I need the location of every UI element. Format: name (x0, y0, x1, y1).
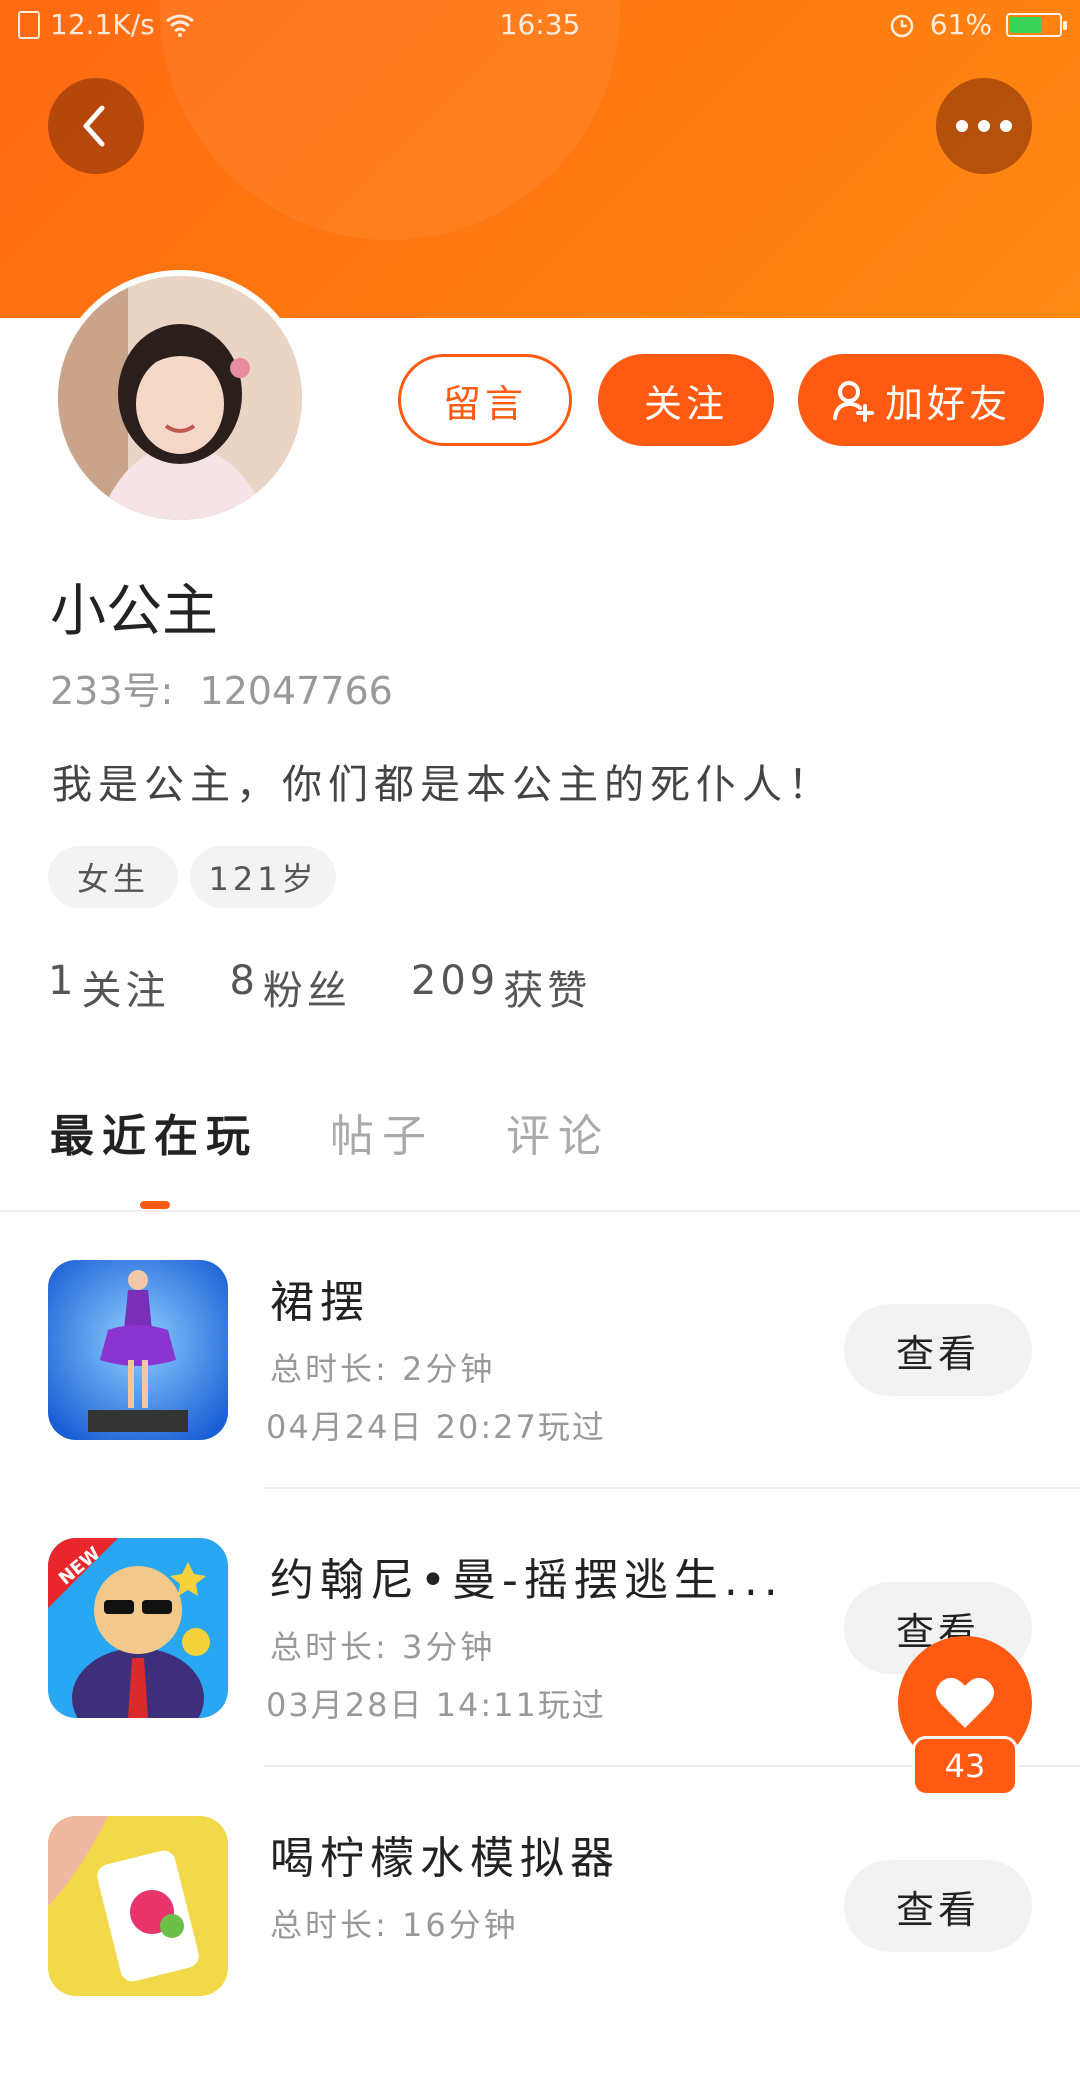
add-friend-button-label: 加好友 (884, 381, 1011, 426)
profile-id-label: 233号: (50, 669, 174, 713)
profile-name: 小公主 (50, 579, 218, 644)
view-button[interactable]: 查看 (844, 1304, 1032, 1396)
game-title: 裙摆 (270, 1277, 370, 1328)
avatar[interactable] (52, 270, 308, 526)
tab-recent-games[interactable]: 最近在玩 (50, 1100, 258, 1164)
fans-count: 8 (229, 958, 259, 1004)
content-tabs: 最近在玩 帖子 评论 (50, 1100, 610, 1164)
following-stat[interactable]: 1 关注 (48, 958, 169, 1016)
profile-id-value: 12047766 (199, 669, 393, 713)
row-divider (264, 1487, 1080, 1489)
game-duration: 总时长: 3分钟 (270, 1628, 496, 1666)
fans-stat[interactable]: 8 粉丝 (229, 958, 350, 1016)
more-button[interactable] (936, 78, 1032, 174)
more-dots-icon (956, 120, 1012, 132)
game-last-played: 03月28日 14:11玩过 (266, 1686, 606, 1724)
list-item[interactable]: 裙摆 总时长: 2分钟 04月24日 20:27玩过 查看 (0, 1260, 1080, 1538)
status-bar: 12.1K/s 16:35 61% (0, 0, 1080, 52)
game-icon-johnny: NEW (48, 1538, 228, 1718)
tab-comments[interactable]: 评论 (506, 1100, 610, 1164)
profile-bio: 我是公主，你们都是本公主的死仆人！ (52, 762, 834, 808)
active-tab-indicator (140, 1201, 170, 1209)
game-last-played: 04月24日 20:27玩过 (266, 1408, 606, 1446)
following-label: 关注 (81, 968, 170, 1014)
heart-icon (936, 1677, 994, 1728)
message-button-label: 留言 (442, 381, 527, 426)
tab-posts[interactable]: 帖子 (330, 1100, 434, 1164)
alarm-icon (890, 14, 914, 37)
follow-button[interactable]: 关注 (598, 354, 774, 446)
age-tag: 121岁 (190, 846, 336, 908)
game-icon-lemonade (48, 1816, 228, 1996)
likes-stat: 209 获赞 (411, 958, 591, 1016)
game-duration: 总时长: 16分钟 (270, 1906, 519, 1944)
view-button[interactable]: 查看 (844, 1860, 1032, 1952)
profile-stats: 1 关注 8 粉丝 209 获赞 (48, 958, 591, 1016)
game-title: 喝柠檬水模拟器 (270, 1833, 620, 1884)
like-count-badge: 43 (912, 1736, 1018, 1796)
game-duration: 总时长: 2分钟 (270, 1350, 496, 1388)
back-button[interactable] (48, 78, 144, 174)
avatar-portrait (58, 276, 302, 520)
list-item[interactable]: 喝柠檬水模拟器 总时长: 16分钟 查看 (0, 1816, 1080, 2094)
chevron-left-icon (83, 105, 105, 147)
gender-tag: 女生 (48, 846, 178, 908)
following-count: 1 (48, 958, 78, 1004)
tabs-divider (0, 1210, 1080, 1212)
game-title: 约翰尼•曼-摇摆逃生... (270, 1555, 784, 1606)
profile-id: 233号: 12047766 (50, 660, 393, 715)
fans-label: 粉丝 (262, 968, 351, 1014)
message-button[interactable]: 留言 (398, 354, 572, 446)
battery-percent: 61% (929, 8, 992, 41)
likes-count: 209 (410, 958, 500, 1004)
add-friend-button[interactable]: 加好友 (798, 354, 1044, 446)
battery-icon (1006, 12, 1067, 37)
follow-button-label: 关注 (643, 381, 728, 426)
likes-label: 获赞 (503, 968, 592, 1014)
game-icon-skirt (48, 1260, 228, 1440)
add-user-icon (832, 381, 874, 422)
